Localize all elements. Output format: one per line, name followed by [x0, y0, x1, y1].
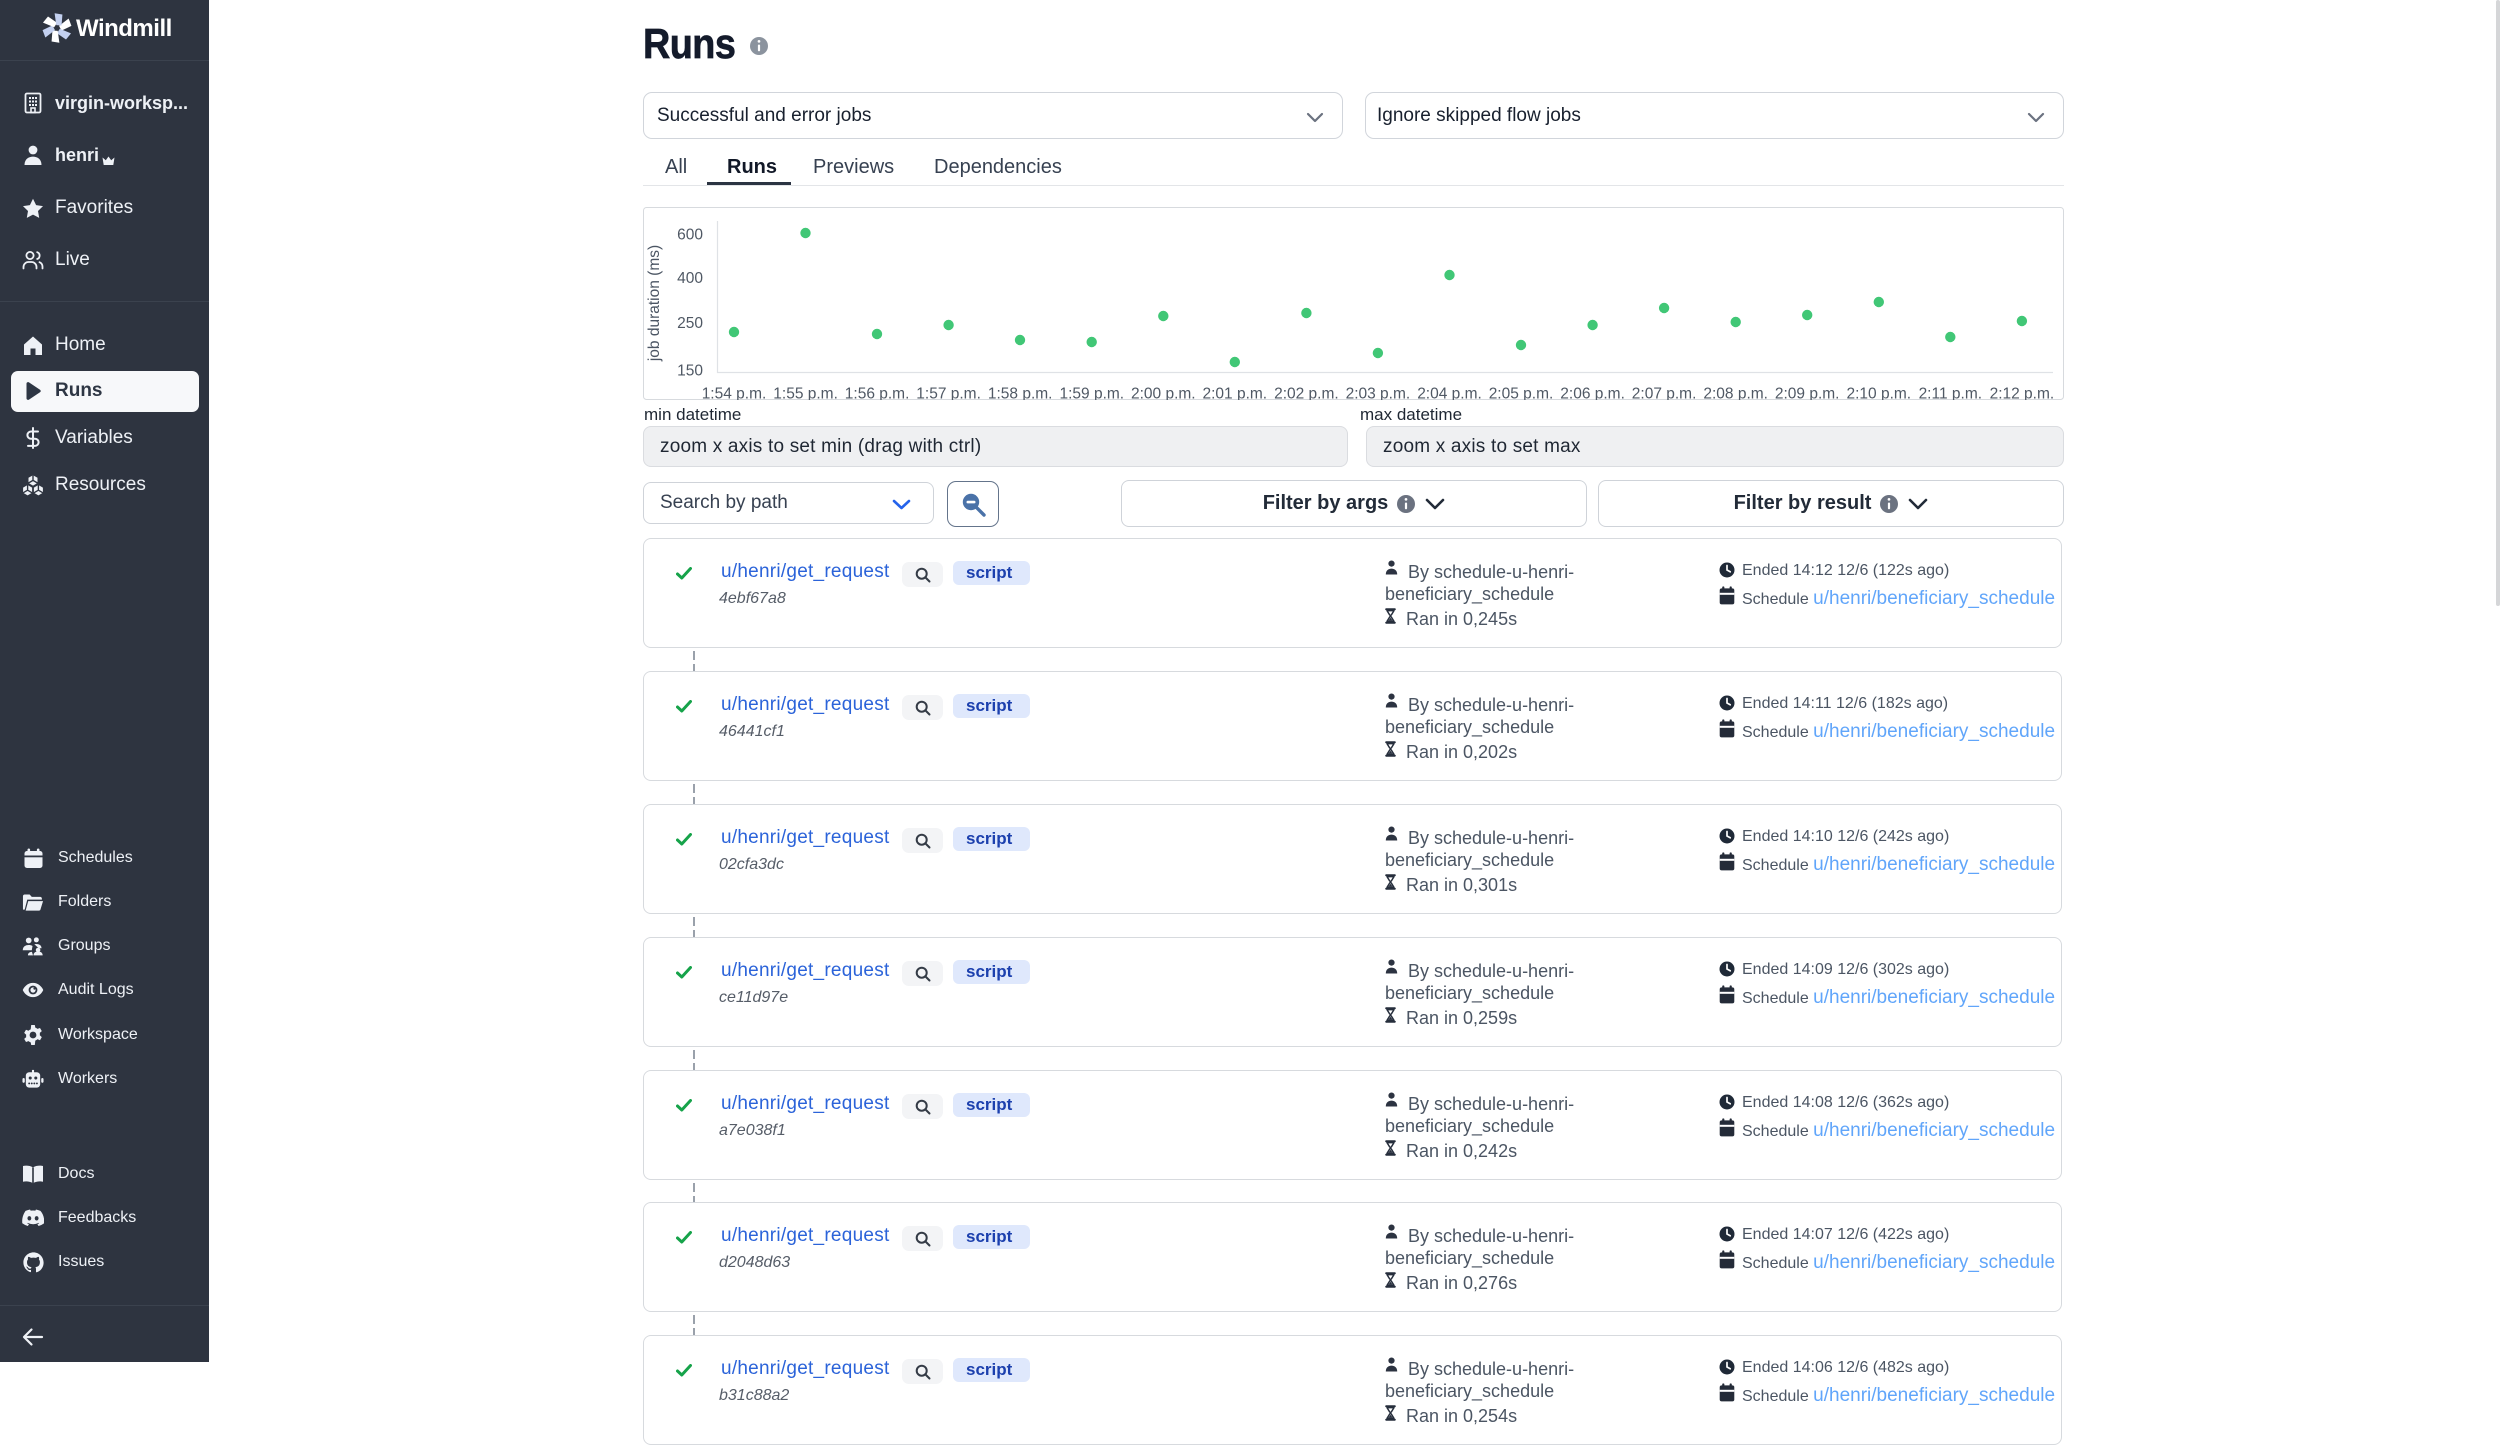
svg-text:2:05 p.m.: 2:05 p.m.	[1489, 386, 1554, 401]
svg-text:400: 400	[677, 270, 703, 287]
svg-text:2:09 p.m.: 2:09 p.m.	[1775, 386, 1840, 401]
svg-text:2:12 p.m.: 2:12 p.m.	[1990, 386, 2055, 401]
svg-text:150: 150	[677, 363, 703, 380]
svg-text:250: 250	[677, 315, 703, 332]
svg-text:1:57 p.m.: 1:57 p.m.	[916, 386, 981, 401]
svg-text:2:00 p.m.: 2:00 p.m.	[1131, 386, 1196, 401]
svg-text:2:08 p.m.: 2:08 p.m.	[1703, 386, 1768, 401]
svg-text:2:07 p.m.: 2:07 p.m.	[1632, 386, 1697, 401]
svg-text:2:01 p.m.: 2:01 p.m.	[1202, 386, 1267, 401]
svg-text:2:10 p.m.: 2:10 p.m.	[1846, 386, 1911, 401]
svg-text:1:58 p.m.: 1:58 p.m.	[988, 386, 1053, 401]
svg-text:1:55 p.m.: 1:55 p.m.	[773, 386, 838, 401]
svg-text:2:06 p.m.: 2:06 p.m.	[1560, 386, 1625, 401]
svg-text:2:02 p.m.: 2:02 p.m.	[1274, 386, 1339, 401]
svg-text:2:04 p.m.: 2:04 p.m.	[1417, 386, 1482, 401]
svg-text:job duration (ms): job duration (ms)	[646, 245, 663, 362]
svg-text:1:54 p.m.: 1:54 p.m.	[702, 386, 767, 401]
svg-text:1:59 p.m.: 1:59 p.m.	[1059, 386, 1124, 401]
svg-text:2:11 p.m.: 2:11 p.m.	[1919, 386, 1982, 401]
svg-text:2:03 p.m.: 2:03 p.m.	[1346, 386, 1411, 401]
svg-text:600: 600	[677, 227, 703, 244]
svg-text:1:56 p.m.: 1:56 p.m.	[845, 386, 910, 401]
